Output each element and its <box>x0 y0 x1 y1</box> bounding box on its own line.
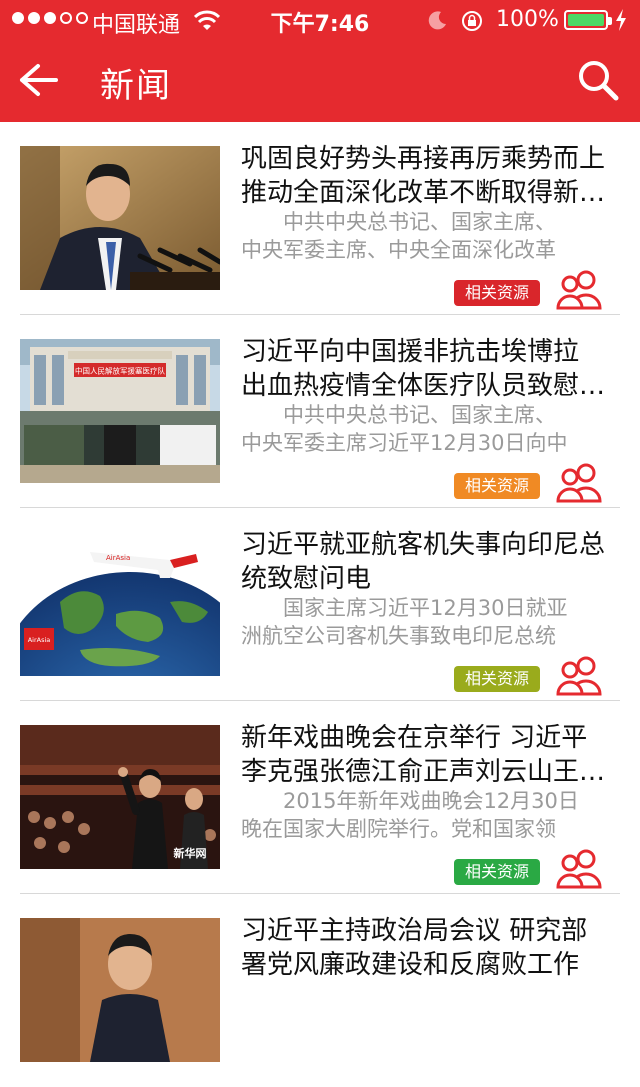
related-resources-tag[interactable]: 相关资源 <box>454 666 540 692</box>
related-resources-tag[interactable]: 相关资源 <box>454 473 540 499</box>
summary-line: 洲航空公司客机失事致电印尼总统 <box>241 624 556 648</box>
moon-icon <box>428 11 446 30</box>
app-header: 中国联通 下午7:46 100% 新闻 <box>0 0 640 122</box>
headline-line: 巩固良好势头再接再厉乘势而上 <box>241 144 606 174</box>
summary-line: 晚在国家大剧院举行。党和国家领 <box>241 817 556 841</box>
news-headline[interactable]: 巩固良好势头再接再厉乘势而上 推动全面深化改革不断取得新… <box>241 142 636 210</box>
news-item[interactable]: 巩固良好势头再接再厉乘势而上 推动全面深化改革不断取得新… 中共中央总书记、国家… <box>0 122 640 315</box>
battery-icon <box>564 10 612 30</box>
related-resources-tag[interactable]: 相关资源 <box>454 859 540 885</box>
image-watermark: 新华网 <box>174 846 207 860</box>
news-item[interactable]: 习近平主持政治局会议 研究部 署党风廉政建设和反腐败工作 <box>0 894 640 1087</box>
headline-line: 习近平主持政治局会议 研究部 <box>241 916 588 946</box>
headline-line: 李克强张德江俞正声刘云山王… <box>241 757 606 787</box>
summary-line: 中共中央总书记、国家主席、 <box>241 403 556 427</box>
news-headline[interactable]: 习近平向中国援非抗击埃博拉 出血热疫情全体医疗队员致慰… <box>241 335 636 403</box>
news-summary: 中共中央总书记、国家主席、 中央军委主席习近平12月30日向中 <box>241 401 611 457</box>
news-headline[interactable]: 新年戏曲晚会在京举行 习近平 李克强张德江俞正声刘云山王… <box>241 721 636 789</box>
back-arrow-icon[interactable] <box>16 60 60 100</box>
news-item[interactable]: 中国人民解放军援塞医疗队 习近平向中国援非抗击埃博拉 出血热疫情全体医疗队员致慰… <box>0 315 640 508</box>
airline-logo: AirAsia <box>106 554 130 562</box>
banner-text: 中国人民解放军援塞医疗队 <box>75 366 165 376</box>
related-resources-tag[interactable]: 相关资源 <box>454 280 540 306</box>
people-icon[interactable] <box>556 268 602 310</box>
news-summary: 国家主席习近平12月30日就亚 洲航空公司客机失事致电印尼总统 <box>241 594 611 650</box>
rotation-lock-icon <box>462 11 482 31</box>
airline-logo-badge: AirAsia <box>28 636 51 644</box>
summary-line: 中共中央总书记、国家主席、 <box>241 210 556 234</box>
news-item[interactable]: 新华网 新年戏曲晚会在京举行 习近平 李克强张德江俞正声刘云山王… 2015年新… <box>0 701 640 894</box>
headline-line: 习近平向中国援非抗击埃博拉 <box>241 337 580 367</box>
news-item[interactable]: AirAsia AirAsia 习近平就亚航客机失事向印尼总 统致慰问电 国家主… <box>0 508 640 701</box>
summary-line: 2015年新年戏曲晚会12月30日 <box>241 789 579 813</box>
search-icon[interactable] <box>576 58 620 102</box>
headline-line: 出血热疫情全体医疗队员致慰… <box>241 371 606 401</box>
summary-line: 中央军委主席习近平12月30日向中 <box>241 431 568 455</box>
news-thumbnail <box>20 918 220 1062</box>
news-thumbnail <box>20 146 220 290</box>
news-headline[interactable]: 习近平就亚航客机失事向印尼总 统致慰问电 <box>241 528 636 596</box>
news-thumbnail: AirAsia AirAsia <box>20 532 220 676</box>
headline-line: 推动全面深化改革不断取得新… <box>241 178 606 208</box>
news-thumbnail: 新华网 <box>20 725 220 869</box>
news-thumbnail: 中国人民解放军援塞医疗队 <box>20 339 220 483</box>
people-icon[interactable] <box>556 847 602 889</box>
charging-bolt-icon <box>616 9 626 31</box>
summary-line: 中央军委主席、中央全面深化改革 <box>241 238 556 262</box>
headline-line: 署党风廉政建设和反腐败工作 <box>241 950 580 980</box>
summary-line: 国家主席习近平12月30日就亚 <box>241 596 568 620</box>
people-icon[interactable] <box>556 654 602 696</box>
page-title: 新闻 <box>100 66 172 106</box>
news-summary: 2015年新年戏曲晚会12月30日 晚在国家大剧院举行。党和国家领 <box>241 787 611 843</box>
news-headline[interactable]: 习近平主持政治局会议 研究部 署党风廉政建设和反腐败工作 <box>241 914 636 982</box>
headline-line: 统致慰问电 <box>241 564 372 594</box>
people-icon[interactable] <box>556 461 602 503</box>
status-bar: 中国联通 下午7:46 100% <box>0 0 640 40</box>
news-summary: 中共中央总书记、国家主席、 中央军委主席、中央全面深化改革 <box>241 208 611 264</box>
headline-line: 习近平就亚航客机失事向印尼总 <box>241 530 606 560</box>
battery-percentage: 100% <box>496 7 559 32</box>
headline-line: 新年戏曲晚会在京举行 习近平 <box>241 723 588 753</box>
